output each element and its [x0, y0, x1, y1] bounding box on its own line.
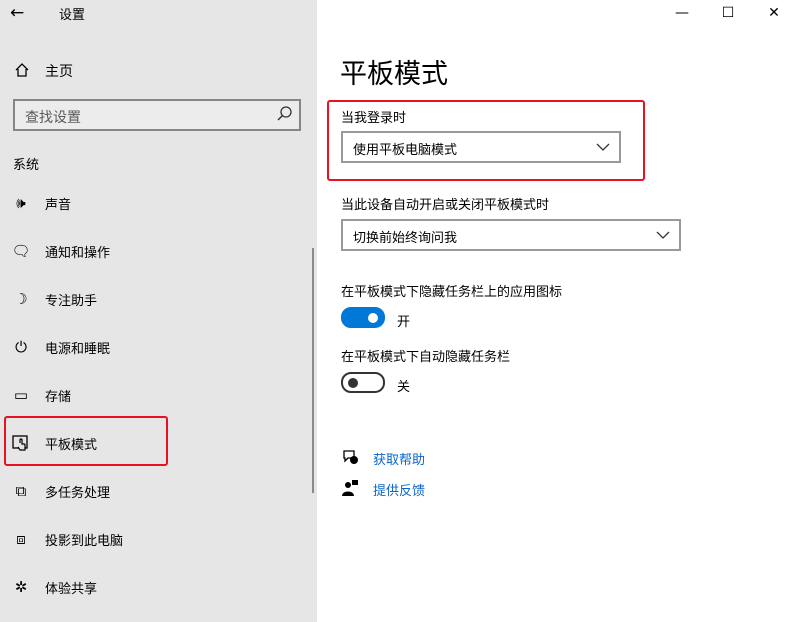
signin-dropdown[interactable]: 使用平板电脑模式 [341, 131, 621, 163]
signin-dropdown-value: 使用平板电脑模式 [353, 143, 458, 158]
sidebar-item-label: 专注助手 [45, 294, 98, 309]
power-icon: ⏻ [15, 338, 27, 356]
get-help-link[interactable]: 获取帮助 [373, 449, 425, 468]
sidebar-item-focus-assist[interactable]: ☽ 专注助手 [0, 281, 317, 317]
maximize-button[interactable]: ☐ [705, 0, 751, 26]
sidebar-item-label: 电源和睡眠 [45, 342, 111, 357]
sidebar-item-power[interactable]: ⏻ 电源和睡眠 [0, 329, 317, 365]
hide-icons-state: 开 [397, 315, 411, 330]
sidebar-scrollbar[interactable] [312, 248, 314, 493]
search-icon[interactable] [276, 105, 294, 123]
page-title: 平板模式 [340, 59, 448, 90]
minimize-button[interactable]: — [659, 0, 705, 26]
hide-icons-toggle[interactable] [341, 307, 385, 328]
sidebar-item-notifications[interactable]: 🗨 通知和操作 [0, 233, 317, 269]
close-button[interactable]: ✕ [751, 0, 794, 26]
moon-icon: ☽ [14, 290, 28, 308]
sidebar-item-label: 存储 [45, 390, 72, 405]
sidebar: ← 设置 主页 查找设置 系统 🕪 声音 🗨 通知和操作 ☽ 专注助手 ⏻ 电源… [0, 0, 317, 622]
signin-label: 当我登录时 [341, 111, 407, 126]
sidebar-item-label: 体验共享 [45, 582, 98, 597]
storage-icon: ▭ [13, 386, 29, 404]
chevron-down-icon [596, 143, 610, 151]
hide-icons-label: 在平板模式下隐藏任务栏上的应用图标 [341, 285, 563, 300]
speaker-icon: 🕪 [16, 194, 26, 212]
home-icon [15, 63, 29, 77]
highlight-box [4, 416, 168, 466]
give-feedback-link[interactable]: 提供反馈 [373, 480, 425, 499]
help-icon [343, 450, 358, 464]
multitask-icon: ⧉ [15, 482, 27, 500]
app-title: 设置 [59, 8, 86, 23]
project-icon: ⧈ [16, 530, 26, 548]
back-arrow-icon[interactable]: ← [10, 3, 32, 23]
section-title: 系统 [13, 158, 40, 173]
feedback-icon [342, 480, 358, 496]
sidebar-item-label: 通知和操作 [45, 246, 111, 261]
sidebar-item-label: 多任务处理 [45, 486, 111, 501]
sidebar-item-label: 主页 [45, 64, 73, 80]
sidebar-item-storage[interactable]: ▭ 存储 [0, 377, 317, 413]
sidebar-item-shared-experiences[interactable]: ✲ 体验共享 [0, 569, 317, 605]
auto-hide-state: 关 [397, 380, 411, 395]
sidebar-item-project[interactable]: ⧈ 投影到此电脑 [0, 521, 317, 557]
search-placeholder: 查找设置 [25, 110, 81, 126]
sidebar-item-sound[interactable]: 🕪 声音 [0, 185, 317, 221]
auto-hide-label: 在平板模式下自动隐藏任务栏 [341, 350, 511, 365]
auto-switch-dropdown-value: 切换前始终询问我 [353, 231, 458, 246]
sidebar-item-label: 声音 [45, 198, 72, 213]
auto-hide-toggle[interactable] [341, 372, 385, 393]
toggle-knob [348, 378, 358, 388]
toggle-knob [368, 313, 378, 323]
auto-switch-label: 当此设备自动开启或关闭平板模式时 [341, 198, 550, 213]
notification-icon: 🗨 [11, 242, 31, 260]
sidebar-item-multitasking[interactable]: ⧉ 多任务处理 [0, 473, 317, 509]
share-icon: ✲ [14, 578, 28, 596]
auto-switch-dropdown[interactable]: 切换前始终询问我 [341, 219, 681, 251]
search-input[interactable]: 查找设置 [13, 99, 301, 131]
sidebar-item-label: 投影到此电脑 [45, 534, 124, 549]
sidebar-item-home[interactable]: 主页 [0, 56, 317, 84]
chevron-down-icon [656, 231, 670, 239]
